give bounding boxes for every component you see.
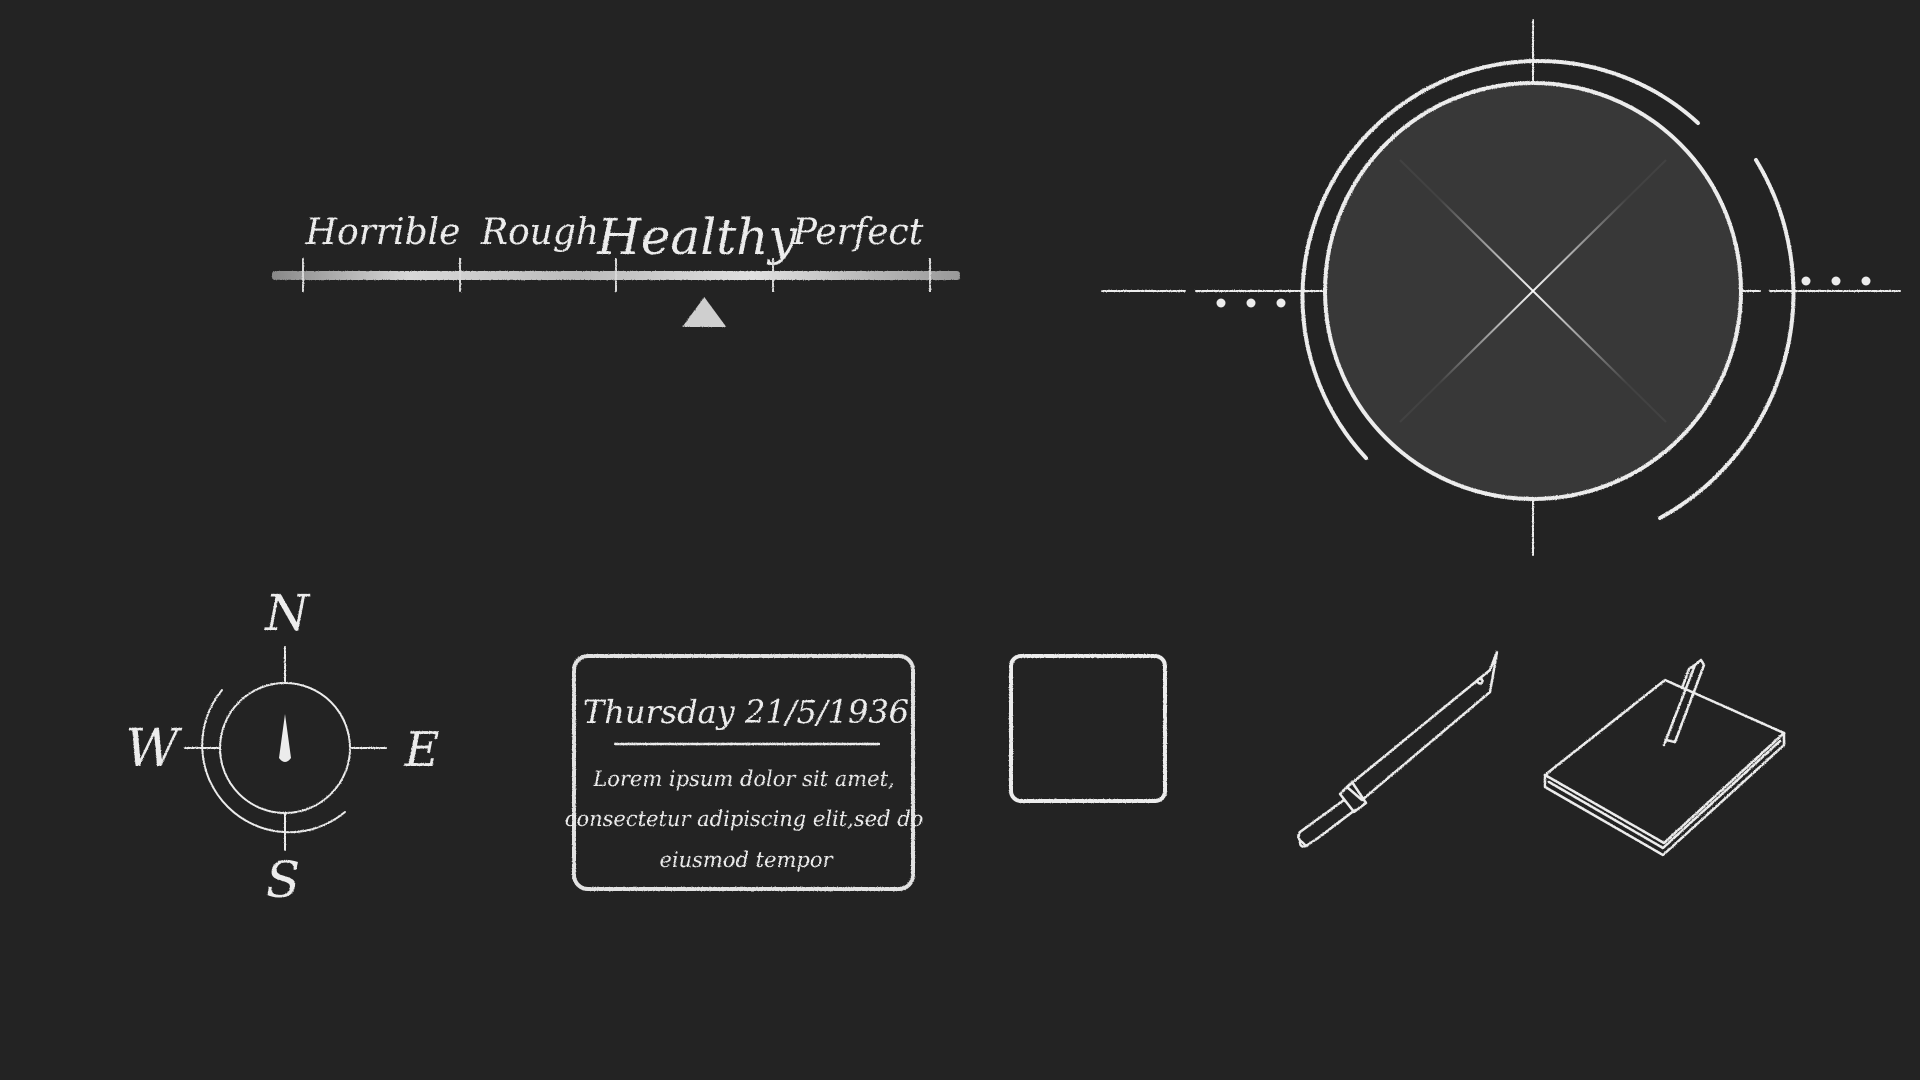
game-hud: Horrible Rough Healthy Perfect N S E W T… — [0, 0, 1920, 1080]
empty-slot-icon[interactable] — [1009, 654, 1167, 803]
machete-icon[interactable] — [1297, 650, 1499, 848]
notebook-pen-icon[interactable] — [1543, 658, 1786, 857]
inventory — [1009, 650, 1786, 857]
